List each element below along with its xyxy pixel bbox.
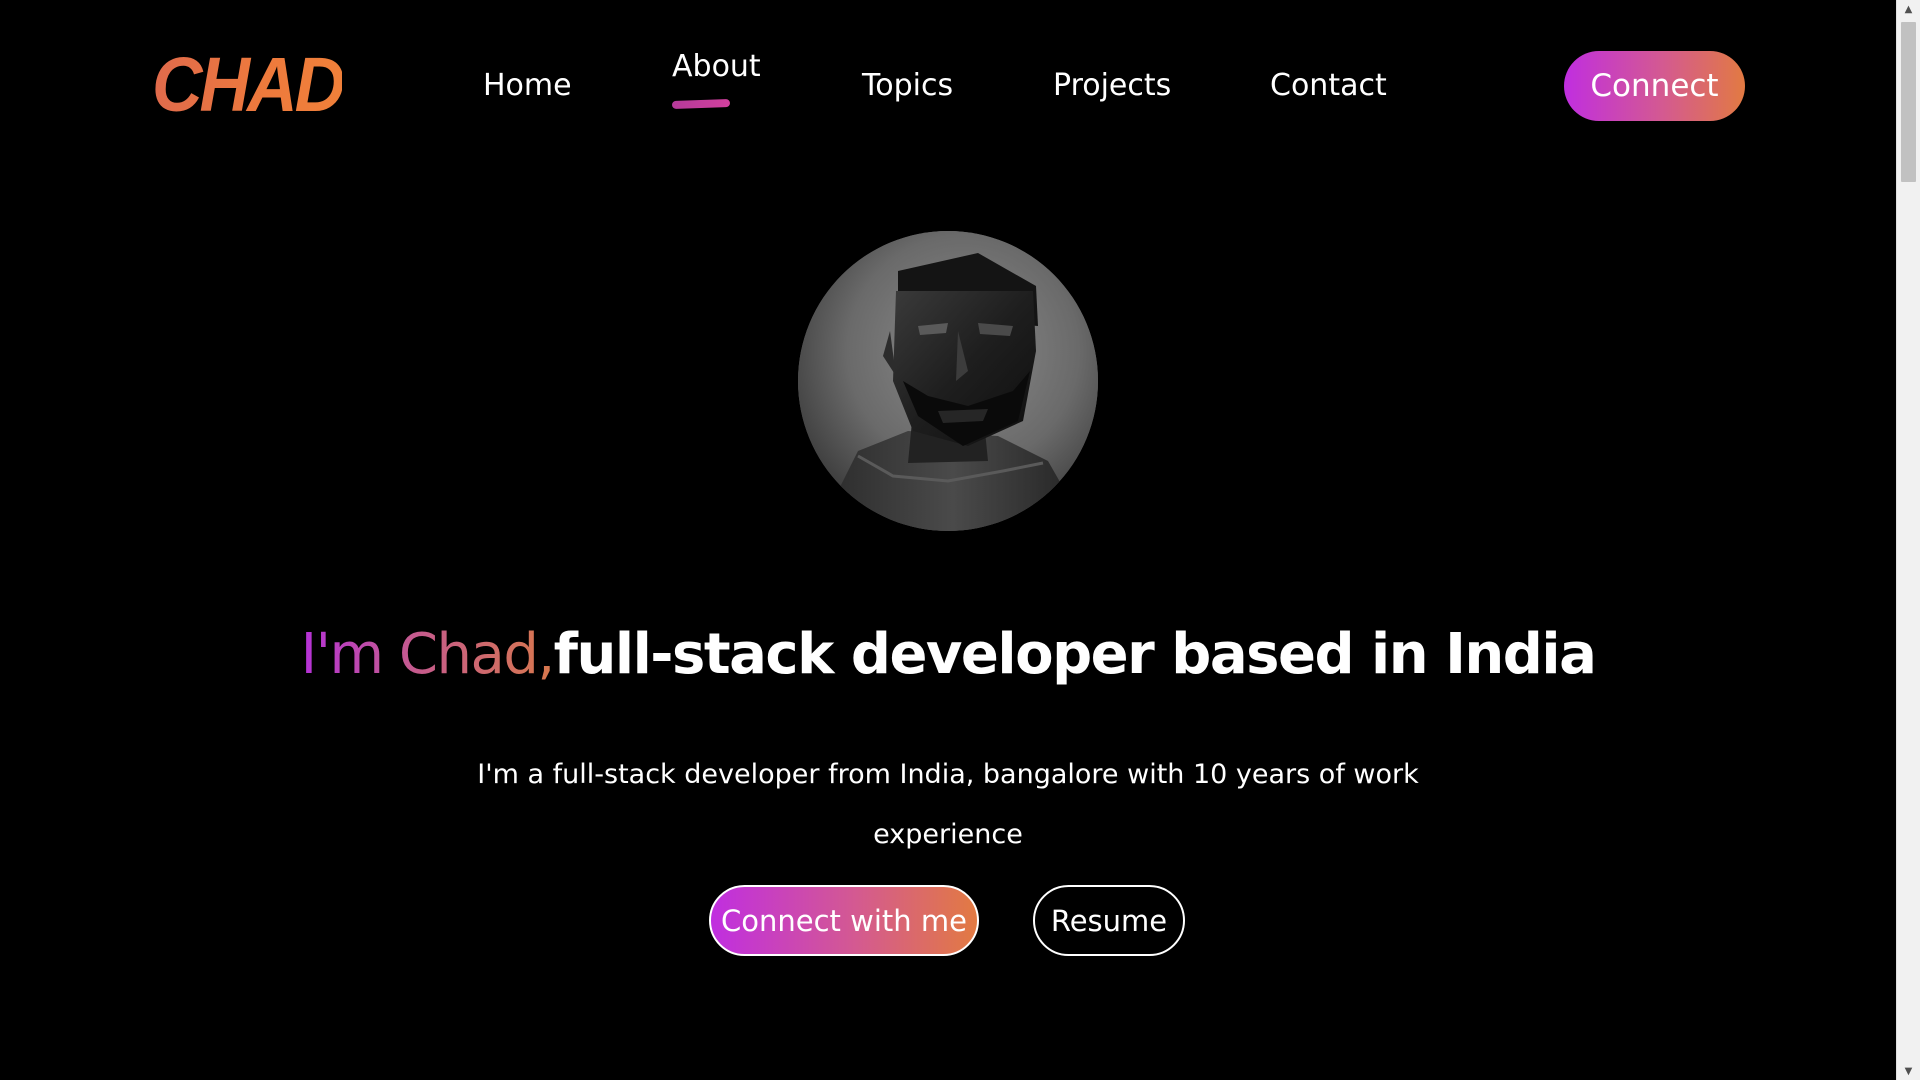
- nav-link-contact[interactable]: Contact: [1270, 71, 1387, 101]
- hero-greeting: I'm Chad,: [300, 621, 556, 687]
- active-nav-indicator: [671, 98, 731, 110]
- connect-with-me-button[interactable]: Connect with me: [709, 885, 979, 956]
- nav-link-projects[interactable]: Projects: [1053, 71, 1171, 101]
- nav-link-home[interactable]: Home: [483, 71, 572, 101]
- resume-button[interactable]: Resume: [1033, 885, 1185, 956]
- nav-link-about[interactable]: About: [672, 52, 761, 82]
- connect-button[interactable]: Connect: [1564, 51, 1745, 121]
- page: CHAD Home About Topics Projects Contact …: [0, 0, 1896, 1080]
- chevron-up-icon[interactable]: ▲: [1897, 0, 1920, 18]
- scrollbar-thumb[interactable]: [1901, 22, 1916, 182]
- nav-link-topics[interactable]: Topics: [862, 71, 953, 101]
- avatar: [798, 231, 1098, 531]
- vertical-scrollbar[interactable]: ▲ ▼: [1896, 0, 1920, 1080]
- navbar: CHAD Home About Topics Projects Contact …: [0, 0, 1896, 170]
- hero-headline-text: full-stack developer based in India: [553, 621, 1597, 687]
- chevron-down-icon[interactable]: ▼: [1897, 1062, 1920, 1080]
- avatar-portrait: [798, 231, 1098, 531]
- hero-description: I'm a full-stack developer from India, b…: [477, 759, 1419, 850]
- hero-headline: I'm Chad,full-stack developer based in I…: [0, 621, 1896, 687]
